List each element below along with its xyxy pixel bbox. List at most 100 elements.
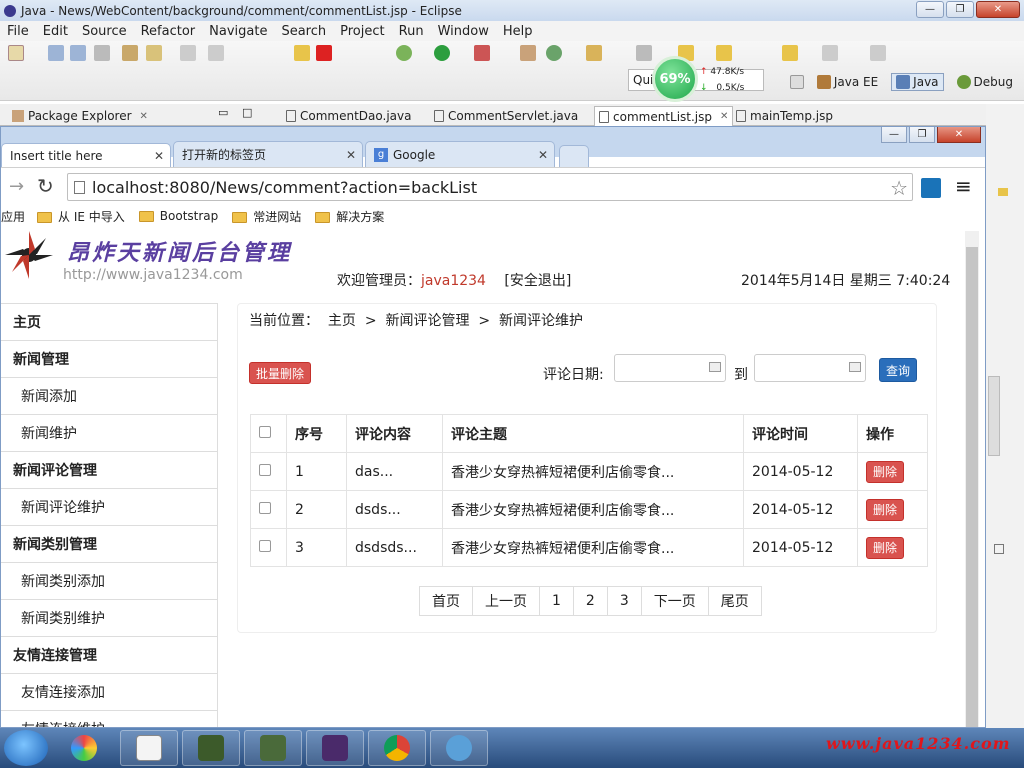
- debug-icon[interactable]: [396, 45, 412, 61]
- browser-tab-insert-title[interactable]: Insert title here ✕: [1, 143, 171, 167]
- view-tab-package-explorer[interactable]: Package Explorer ✕: [8, 106, 152, 126]
- minimize-view-icon[interactable]: ▭: [218, 106, 228, 119]
- new-package-icon[interactable]: [546, 45, 562, 61]
- menu-icon[interactable]: ≡: [955, 174, 972, 198]
- open-type-icon[interactable]: [586, 45, 602, 61]
- perspective-java[interactable]: Java: [891, 73, 944, 91]
- side-scrollbar[interactable]: [988, 376, 1000, 456]
- bookmark-ie-import[interactable]: 从 IE 中导入: [37, 208, 125, 225]
- menu-search[interactable]: Search: [274, 24, 333, 39]
- restore-view-icon[interactable]: [994, 544, 1004, 554]
- menu-project[interactable]: Project: [333, 24, 391, 39]
- reload-icon[interactable]: ↻: [37, 174, 54, 198]
- save-icon[interactable]: [48, 45, 64, 61]
- bookmark-solutions[interactable]: 解决方案: [315, 208, 384, 225]
- redo-icon[interactable]: [208, 45, 224, 61]
- editor-tab-commentlist[interactable]: commentList.jsp ✕: [594, 106, 734, 126]
- sidebar-item-link-mgmt[interactable]: 友情连接管理: [1, 637, 217, 674]
- bookmark-bootstrap[interactable]: Bootstrap: [138, 209, 218, 223]
- sidebar-item-link-maintain[interactable]: 友情连接维护: [1, 711, 217, 727]
- close-icon[interactable]: ✕: [538, 148, 548, 162]
- row-checkbox[interactable]: [259, 501, 271, 514]
- suspend-icon[interactable]: [294, 45, 310, 61]
- taskbar-app3[interactable]: [244, 730, 302, 766]
- menu-edit[interactable]: Edit: [36, 24, 75, 39]
- page-2[interactable]: 2: [572, 586, 608, 616]
- batch-delete-button[interactable]: 批量删除: [249, 362, 311, 384]
- page-3[interactable]: 3: [606, 586, 642, 616]
- taskbar-chrome[interactable]: [368, 730, 426, 766]
- row-checkbox[interactable]: [259, 539, 271, 552]
- server-icon[interactable]: [122, 45, 138, 61]
- editor-tab-commentdao[interactable]: CommentDao.java: [282, 106, 415, 126]
- scrollbar-thumb[interactable]: [966, 247, 978, 727]
- editor-tab-maintemp[interactable]: mainTemp.jsp: [732, 106, 837, 126]
- close-icon[interactable]: ✕: [346, 148, 356, 162]
- outline-icon[interactable]: [998, 188, 1008, 196]
- sidebar-item-comment-mgmt[interactable]: 新闻评论管理: [1, 452, 217, 489]
- breadcrumb-home[interactable]: 主页: [328, 313, 356, 329]
- bookmark-frequent[interactable]: 常进网站: [232, 208, 301, 225]
- sidebar-item-news-mgmt[interactable]: 新闻管理: [1, 341, 217, 378]
- address-bar[interactable]: localhost:8080/News/comment?action=backL…: [67, 173, 913, 201]
- browser-close-button[interactable]: ✕: [937, 127, 981, 143]
- build-icon[interactable]: [146, 45, 162, 61]
- sidebar-item-home[interactable]: 主页: [1, 304, 217, 341]
- select-all-checkbox[interactable]: [259, 425, 271, 438]
- minimize-button[interactable]: —: [916, 1, 944, 18]
- page-scrollbar[interactable]: [965, 231, 979, 727]
- close-icon[interactable]: ✕: [140, 111, 148, 122]
- extension-icon[interactable]: [921, 178, 941, 198]
- new-class-icon[interactable]: [520, 45, 536, 61]
- calendar-icon[interactable]: [709, 362, 721, 372]
- close-icon[interactable]: ✕: [720, 111, 728, 122]
- taskbar-notepad[interactable]: [120, 730, 178, 766]
- menu-refactor[interactable]: Refactor: [134, 24, 203, 39]
- close-button[interactable]: ✕: [976, 1, 1020, 18]
- perspective-debug[interactable]: Debug: [952, 73, 1018, 91]
- date-from-input[interactable]: [614, 354, 726, 382]
- new-tab-button[interactable]: [559, 145, 589, 167]
- page-first[interactable]: 首页: [419, 586, 473, 616]
- forward-icon[interactable]: [822, 45, 838, 61]
- sidebar-item-type-maintain[interactable]: 新闻类别维护: [1, 600, 217, 637]
- run-icon[interactable]: [434, 45, 450, 61]
- maximize-view-icon[interactable]: □: [242, 106, 252, 119]
- menu-source[interactable]: Source: [75, 24, 134, 39]
- open-perspective-icon[interactable]: [789, 75, 804, 89]
- sidebar-item-type-add[interactable]: 新闻类别添加: [1, 563, 217, 600]
- forward-arrow-icon[interactable]: →: [9, 176, 24, 197]
- external-tools-icon[interactable]: [474, 45, 490, 61]
- browser-tab-new-tab[interactable]: 打开新的标签页 ✕: [173, 141, 363, 167]
- sidebar-item-news-add[interactable]: 新闻添加: [1, 378, 217, 415]
- undo-icon[interactable]: [180, 45, 196, 61]
- sidebar-item-type-mgmt[interactable]: 新闻类别管理: [1, 526, 217, 563]
- search-icon[interactable]: [636, 45, 652, 61]
- perspective-java-ee[interactable]: Java EE: [812, 73, 883, 91]
- network-monitor-gauge[interactable]: 69%: [652, 56, 698, 102]
- print-icon[interactable]: [94, 45, 110, 61]
- date-to-input[interactable]: [754, 354, 866, 382]
- page-prev[interactable]: 上一页: [472, 586, 540, 616]
- sidebar-item-comment-maintain[interactable]: 新闻评论维护: [1, 489, 217, 526]
- terminate-icon[interactable]: [316, 45, 332, 61]
- new-icon[interactable]: [8, 45, 24, 61]
- maximize-button[interactable]: ❐: [946, 1, 974, 18]
- logout-link[interactable]: [安全退出]: [504, 273, 571, 289]
- delete-button[interactable]: 删除: [866, 498, 904, 521]
- sidebar-item-link-add[interactable]: 友情连接添加: [1, 674, 217, 711]
- menu-navigate[interactable]: Navigate: [202, 24, 274, 39]
- breadcrumb-level1[interactable]: 新闻评论管理: [385, 313, 469, 329]
- pin-icon[interactable]: [870, 45, 886, 61]
- save-all-icon[interactable]: [70, 45, 86, 61]
- page-1[interactable]: 1: [539, 586, 574, 616]
- bookmark-apps[interactable]: 应用: [1, 208, 25, 225]
- previous-annotation-icon[interactable]: [716, 45, 732, 61]
- page-last[interactable]: 尾页: [707, 586, 762, 616]
- page-next[interactable]: 下一页: [640, 586, 709, 616]
- taskbar-mysql[interactable]: [430, 730, 488, 766]
- taskbar-eclipse[interactable]: [306, 730, 364, 766]
- menu-file[interactable]: File: [0, 24, 36, 39]
- star-icon[interactable]: ☆: [890, 176, 908, 200]
- menu-run[interactable]: Run: [392, 24, 431, 39]
